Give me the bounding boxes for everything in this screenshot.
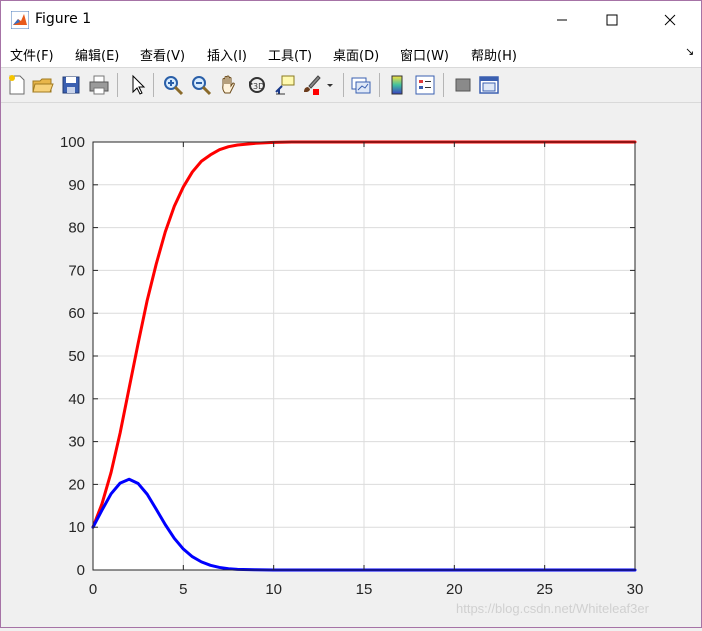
title-bar: Figure 1 — [1, 1, 701, 39]
x-tick-label: 30 — [627, 581, 644, 598]
x-tick-label: 5 — [179, 581, 187, 598]
toolbar-separator — [443, 73, 444, 97]
minimize-button[interactable] — [539, 1, 585, 39]
zoom-out-icon[interactable] — [189, 73, 213, 97]
toolbar-separator — [153, 73, 154, 97]
y-tick-label: 30 — [68, 434, 85, 451]
plot-area: 0 5 10 15 20 25 30 0 10 20 30 40 50 60 70 80 90 100 — [1, 102, 701, 627]
x-tick-label: 0 — [89, 581, 97, 598]
data-cursor-icon[interactable] — [273, 73, 297, 97]
menu-help[interactable]: 帮助(H) — [471, 45, 517, 64]
x-tick-label: 20 — [446, 581, 463, 598]
new-figure-icon[interactable] — [5, 73, 29, 97]
watermark-text: https://blog.csdn.net/Whiteleaf3er — [456, 601, 649, 616]
pointer-icon[interactable] — [125, 73, 149, 97]
menu-window[interactable]: 窗口(W) — [400, 45, 449, 64]
link-plot-icon[interactable] — [349, 73, 373, 97]
menu-bar: 文件(F) 编辑(E) 查看(V) 插入(I) 工具(T) 桌面(D) 窗口(W… — [1, 39, 701, 67]
menu-desktop[interactable]: 桌面(D) — [333, 45, 379, 64]
svg-text:3D: 3D — [253, 82, 264, 91]
y-tick-label: 20 — [68, 476, 85, 493]
matlab-logo-icon — [11, 11, 29, 29]
menu-dock-arrow[interactable]: ↘ — [685, 45, 694, 58]
show-plot-tools-icon[interactable] — [477, 73, 501, 97]
close-button[interactable] — [647, 1, 693, 39]
maximize-button[interactable] — [589, 1, 635, 39]
menu-tools[interactable]: 工具(T) — [268, 45, 312, 64]
zoom-in-icon[interactable] — [161, 73, 185, 97]
save-icon[interactable] — [59, 73, 83, 97]
y-tick-label: 10 — [68, 519, 85, 536]
menu-edit[interactable]: 编辑(E) — [75, 45, 119, 64]
menu-insert[interactable]: 插入(I) — [207, 45, 247, 64]
y-tick-label: 90 — [68, 177, 85, 194]
menu-view[interactable]: 查看(V) — [140, 45, 185, 64]
y-tick-label: 0 — [77, 562, 85, 579]
toolbar-separator — [379, 73, 380, 97]
x-tick-label: 10 — [265, 581, 282, 598]
toolbar-separator — [117, 73, 118, 97]
x-tick-label: 25 — [536, 581, 553, 598]
brush-dropdown-icon[interactable] — [323, 73, 337, 97]
y-tick-label: 60 — [68, 305, 85, 322]
figure-window: Figure 1 文件(F) 编辑(E) 查看(V) 插入(I) 工具(T) 桌… — [0, 0, 702, 628]
open-file-icon[interactable] — [31, 73, 55, 97]
rotate-3d-icon[interactable]: 3D — [245, 73, 269, 97]
hide-plot-tools-icon[interactable] — [451, 73, 475, 97]
pan-hand-icon[interactable] — [217, 73, 241, 97]
maximize-icon — [606, 14, 618, 26]
minimize-icon — [557, 19, 567, 21]
legend-icon[interactable] — [413, 73, 437, 97]
y-tick-label: 80 — [68, 220, 85, 237]
line-chart[interactable]: 0 5 10 15 20 25 30 0 10 20 30 40 50 60 70 80 90 100 — [1, 102, 701, 627]
menu-file[interactable]: 文件(F) — [10, 45, 54, 64]
y-tick-label: 40 — [68, 391, 85, 408]
x-tick-label: 15 — [356, 581, 373, 598]
print-icon[interactable] — [87, 73, 111, 97]
window-title: Figure 1 — [35, 11, 92, 27]
y-tick-label: 100 — [60, 134, 85, 151]
y-tick-label: 70 — [68, 262, 85, 279]
close-icon — [664, 14, 676, 26]
brush-icon[interactable] — [299, 73, 323, 97]
colorbar-icon[interactable] — [385, 73, 409, 97]
figure-toolbar: 3D — [1, 67, 701, 103]
y-tick-label: 50 — [68, 348, 85, 365]
toolbar-separator — [343, 73, 344, 97]
